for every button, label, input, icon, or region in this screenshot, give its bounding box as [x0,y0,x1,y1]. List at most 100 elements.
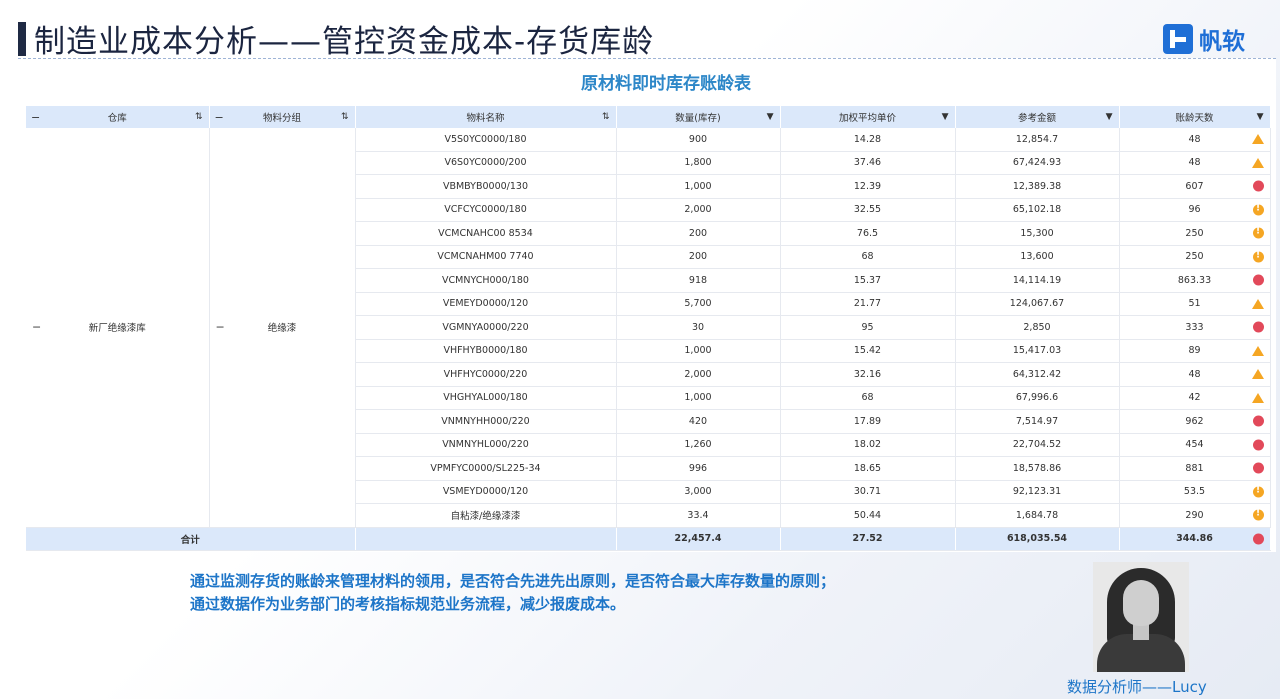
cell-days: 454 [1119,433,1271,457]
cell-price: 18.02 [780,433,956,457]
description: 通过监测存货的账龄来管理材料的领用，是否符合先进先出原则，是否符合最大库存数量的… [190,570,835,616]
cell-name: VNMNYHH000/220 [355,409,617,434]
cell-name: 自粘漆/绝缘漆漆 [355,503,617,528]
cell-amount: 2,850 [955,315,1120,340]
sort-icon[interactable]: ⇅ [195,112,203,122]
cell-name: VCMNYCH000/180 [355,268,617,293]
cell-days: 48 [1119,151,1271,175]
cell-amount: 18,578.86 [955,456,1120,481]
sort-icon[interactable]: ⇅ [341,112,349,122]
cell-days: 333 [1119,315,1271,340]
cell-name: VPMFYC0000/SL225-34 [355,456,617,481]
cell-amount: 15,300 [955,221,1120,246]
status-triangle-icon [1251,345,1264,356]
cell-qty: 1,800 [616,151,781,175]
cell-price: 21.77 [780,292,956,316]
cell-price: 37.46 [780,151,956,175]
status-red-dot-icon [1252,462,1264,474]
group-label: 绝缘漆 [267,323,297,335]
warehouse-cell: − 新厂绝缘漆库 [26,128,210,528]
cell-price: 15.42 [780,339,956,363]
cell-price: 68 [780,245,956,269]
cell-name: V5S0YC0000/180 [355,128,617,152]
cell-amount: 14,114.19 [955,268,1120,293]
cell-qty: 30 [616,315,781,340]
cell-amount: 124,067.67 [955,292,1120,316]
sort-icon[interactable]: ⇅ [602,112,610,122]
cell-price: 32.55 [780,198,956,222]
cell-amount: 67,424.93 [955,151,1120,175]
inventory-aging-table: − 仓库 ⇅ − 物料分组 ⇅ 物料名称 ⇅ 数量(库存) ▼ 加权平均单价 ▼… [26,106,1271,551]
status-warning-icon [1252,485,1264,498]
cell-name: VBMBYB0000/130 [355,174,617,199]
collapse-icon[interactable]: − [31,111,40,124]
total-qty: 22,457.4 [616,527,781,551]
cell-name: VNMNYHL000/220 [355,433,617,457]
cell-amount: 12,854.7 [955,128,1120,152]
cell-name: VSMEYD0000/120 [355,480,617,504]
cell-qty: 1,260 [616,433,781,457]
cell-price: 32.16 [780,362,956,387]
column-header-name[interactable]: 物料名称 ⇅ [355,106,617,128]
cell-days: 863.33 [1119,268,1271,293]
collapse-icon[interactable]: − [32,321,41,334]
description-line-1: 通过监测存货的账龄来管理材料的领用，是否符合先进先出原则，是否符合最大库存数量的… [190,572,836,590]
dropdown-icon[interactable]: ▼ [767,112,774,122]
cell-qty: 900 [616,128,781,152]
cell-amount: 15,417.03 [955,339,1120,363]
group-cell: − 绝缘漆 [209,128,356,528]
cell-amount: 22,704.52 [955,433,1120,457]
cell-days: 53.5 [1119,480,1271,504]
cell-name: VEMEYD0000/120 [355,292,617,316]
total-amount: 618,035.54 [955,527,1120,551]
status-triangle-icon [1251,134,1264,145]
dropdown-icon[interactable]: ▼ [942,112,949,122]
cell-days: 607 [1119,174,1271,199]
cell-amount: 12,389.38 [955,174,1120,199]
description-line-2: 通过数据作为业务部门的考核指标规范业务流程，减少报废成本。 [190,595,626,613]
status-triangle-icon [1251,157,1264,168]
cell-qty: 3,000 [616,480,781,504]
title-accent-bar [18,22,26,56]
cell-price: 68 [780,386,956,410]
collapse-icon[interactable]: − [216,321,225,334]
status-triangle-icon [1251,298,1264,309]
cell-amount: 64,312.42 [955,362,1120,387]
column-header-days[interactable]: 账龄天数 ▼ [1119,106,1271,128]
cell-name: VHFHYC0000/220 [355,362,617,387]
status-red-dot-icon [1252,415,1264,427]
cell-price: 12.39 [780,174,956,199]
column-label: 加权平均单价 [838,113,896,124]
analyst-photo [1093,562,1189,672]
cell-name: VCFCYC0000/180 [355,198,617,222]
column-header-warehouse[interactable]: − 仓库 ⇅ [26,106,210,128]
cell-amount: 7,514.97 [955,409,1120,434]
dropdown-icon[interactable]: ▼ [1257,112,1264,122]
cell-price: 14.28 [780,128,956,152]
cell-name: VHGHYAL000/180 [355,386,617,410]
column-label: 数量(库存) [675,113,721,124]
cell-qty: 996 [616,456,781,481]
cell-qty: 2,000 [616,198,781,222]
collapse-icon[interactable]: − [215,111,224,124]
total-label: 合计 [26,527,356,551]
cell-qty: 2,000 [616,362,781,387]
table-title: 原材料即时库存账龄表 [581,74,751,94]
column-header-qty[interactable]: 数量(库存) ▼ [616,106,781,128]
fanruan-logo-icon [1163,24,1193,54]
column-header-amount[interactable]: 参考金额 ▼ [955,106,1120,128]
column-header-price[interactable]: 加权平均单价 ▼ [780,106,956,128]
cell-qty: 1,000 [616,386,781,410]
cell-days: 48 [1119,128,1271,152]
cell-name: V6S0YC0000/200 [355,151,617,175]
status-red-dot-icon [1252,321,1264,333]
analyst-caption: 数据分析师——Lucy [1067,678,1207,696]
column-header-group[interactable]: − 物料分组 ⇅ [209,106,356,128]
cell-qty: 200 [616,245,781,269]
cell-amount: 65,102.18 [955,198,1120,222]
cell-price: 95 [780,315,956,340]
cell-price: 76.5 [780,221,956,246]
cell-price: 17.89 [780,409,956,434]
dropdown-icon[interactable]: ▼ [1106,112,1113,122]
total-row: 合计 22,457.4 27.52 618,035.54 344.86 [26,527,1271,551]
